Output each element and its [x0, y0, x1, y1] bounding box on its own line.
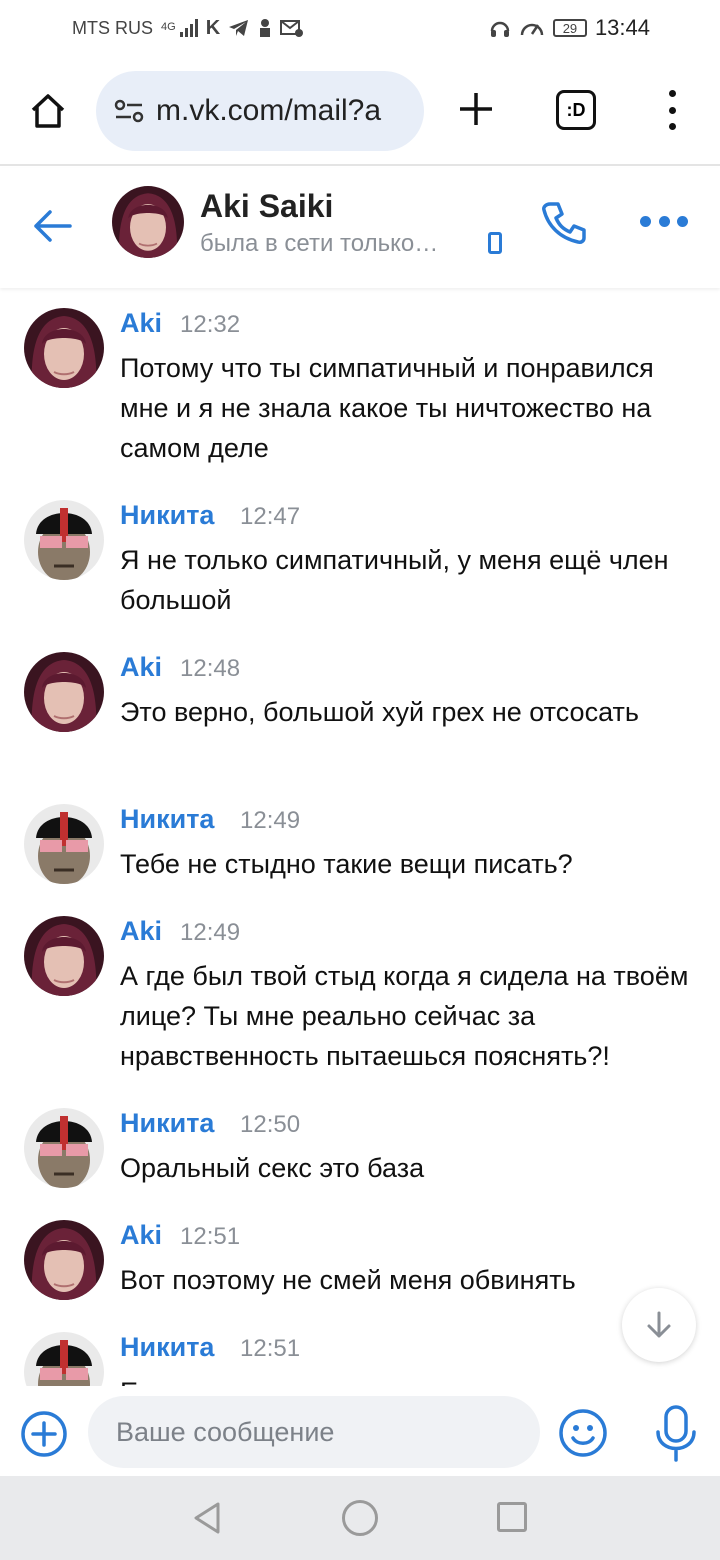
message-time: 12:50	[240, 1111, 301, 1138]
arrow-down-icon	[647, 1311, 671, 1338]
message-text: Потому что ты симпатичный и понравился м…	[120, 353, 654, 463]
composer	[0, 1386, 720, 1476]
system-navigation-bar	[0, 1476, 720, 1560]
emoji-icon[interactable]	[558, 1408, 608, 1458]
message-text: Оральный секс это база	[120, 1153, 425, 1183]
message-text: Вот поэтому не смей меня обвинять	[120, 1265, 576, 1295]
nav-home-icon[interactable]	[342, 1500, 378, 1536]
message-avatar[interactable]	[24, 652, 104, 732]
url-text: m.vk.com/mail?a	[156, 94, 382, 127]
status-bar: MTS RUS 4G K 29 13:44	[0, 0, 720, 56]
speedometer-icon	[520, 23, 544, 36]
battery-level: 29	[562, 20, 578, 36]
clock: 13:44	[594, 15, 650, 40]
scroll-down-button[interactable]	[622, 1288, 696, 1362]
nav-recent-apps-icon[interactable]	[497, 1502, 527, 1532]
carrier-label: MTS RUS	[72, 17, 153, 38]
message-text: Если мы трахались, то это значит, что	[120, 1372, 700, 1386]
message-author[interactable]: Никита	[120, 500, 214, 531]
message-text: А где был твой стыд когда я сидела на тв…	[120, 961, 689, 1071]
chat-avatar[interactable]	[112, 186, 184, 258]
nav-back-icon[interactable]	[188, 1498, 228, 1538]
message-text: Тебе не стыдно такие вещи писать?	[120, 849, 573, 879]
telegram-icon	[229, 20, 249, 36]
message-time: 12:47	[240, 503, 301, 530]
message-author[interactable]: Aki	[120, 308, 162, 339]
phone-icon[interactable]	[540, 198, 588, 246]
notification-icon	[260, 19, 271, 37]
network-label: 4G	[161, 20, 176, 33]
browser-menu-icon[interactable]	[660, 90, 684, 130]
home-icon[interactable]	[28, 91, 68, 131]
chat-header: Aki Saiki была в сети только…	[0, 168, 720, 288]
message-avatar[interactable]	[24, 308, 104, 388]
tabs-label: :D	[566, 99, 586, 120]
message-avatar[interactable]	[24, 1220, 104, 1300]
chat-name: Aki Saiki	[200, 188, 334, 224]
vk-icon: K	[205, 16, 221, 39]
message-author[interactable]: Aki	[120, 652, 162, 683]
chat-status: была в сети только…	[200, 230, 439, 257]
message-text: Я не только симпатичный, у меня ещё член…	[120, 545, 669, 615]
message-text: Это верно, большой хуй грех не отсосать	[120, 697, 639, 727]
message-time: 12:48	[180, 655, 241, 682]
message-avatar[interactable]	[24, 916, 104, 996]
mobile-device-icon	[488, 232, 502, 254]
mail-settings-icon	[280, 20, 304, 37]
more-options-icon[interactable]	[640, 214, 688, 228]
tabs-button[interactable]: :D	[556, 90, 596, 130]
message-time: 12:49	[240, 807, 301, 834]
message-avatar[interactable]	[24, 1108, 104, 1188]
message-author[interactable]: Никита	[120, 1108, 214, 1139]
battery-icon: 29	[552, 19, 587, 37]
headphones-icon	[490, 21, 510, 37]
message-author[interactable]: Aki	[120, 1220, 162, 1251]
status-right: 29 13:44	[489, 15, 650, 41]
attach-plus-icon[interactable]	[20, 1410, 68, 1458]
message-author[interactable]: Никита	[120, 804, 214, 835]
new-tab-icon[interactable]	[456, 89, 496, 129]
message-input[interactable]	[88, 1396, 540, 1468]
message-time: 12:51	[180, 1223, 241, 1250]
message-author[interactable]: Никита	[120, 1332, 214, 1363]
status-left: MTS RUS 4G K	[72, 17, 304, 40]
message-time: 12:51	[240, 1335, 301, 1362]
back-arrow-icon[interactable]	[30, 204, 74, 248]
microphone-icon[interactable]	[650, 1404, 702, 1464]
browser-toolbar: m.vk.com/mail?a :D	[0, 56, 720, 166]
address-bar[interactable]: m.vk.com/mail?a	[96, 71, 424, 151]
message-avatar[interactable]	[24, 1332, 104, 1386]
message-time: 12:32	[180, 311, 241, 338]
message-avatar[interactable]	[24, 804, 104, 884]
signal-icon	[179, 19, 198, 37]
message-avatar[interactable]	[24, 500, 104, 580]
message-time: 12:49	[180, 919, 241, 946]
message-author[interactable]: Aki	[120, 916, 162, 947]
message-list[interactable]: Aki 12:32 Потому что ты симпатичный и понр…	[0, 288, 720, 1386]
site-settings-icon[interactable]	[114, 98, 144, 124]
